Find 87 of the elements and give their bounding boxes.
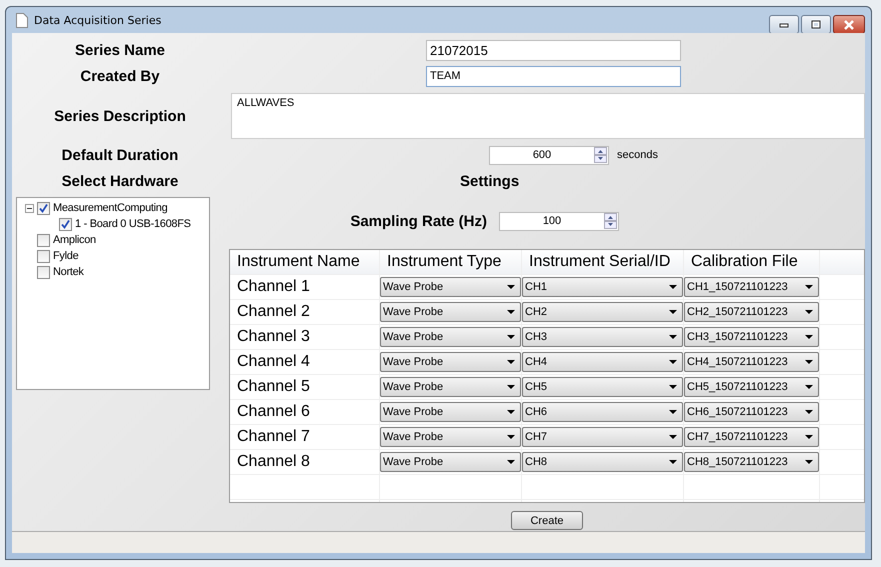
tree-item[interactable]: Fylde [53, 250, 78, 262]
caret-icon [669, 385, 677, 389]
caret-icon [507, 385, 515, 389]
caret-icon [805, 360, 813, 364]
caret-icon [669, 335, 677, 339]
field-label: Default Duration [60, 146, 180, 164]
window-title: Data Acquisition Series [34, 14, 162, 26]
tree-item[interactable]: Amplicon [53, 234, 96, 246]
caret-icon [805, 435, 813, 439]
section-title: Settings [460, 172, 520, 190]
caret-icon [669, 460, 677, 464]
caret-icon [805, 410, 813, 414]
caret-icon [507, 335, 515, 339]
checkbox[interactable] [37, 234, 50, 246]
field-label: Sampling Rate (Hz) [349, 212, 487, 230]
caret-icon [805, 335, 813, 339]
caret-icon [805, 385, 813, 389]
caret-icon [669, 410, 677, 414]
tree-item[interactable]: Nortek [53, 266, 84, 278]
serial-dropdown[interactable]: CH3 [522, 327, 683, 347]
calibration-dropdown[interactable]: CH5_150721101223 [684, 377, 819, 397]
column-header: Instrument Name [230, 250, 380, 274]
checkbox[interactable] [59, 218, 72, 230]
field-label: Created By [79, 68, 161, 84]
checkbox[interactable] [37, 250, 50, 262]
duration-spinner[interactable]: 600 [489, 146, 609, 164]
tree-item[interactable]: MeasurementComputing [53, 202, 168, 214]
caret-icon [805, 285, 813, 289]
calibration-dropdown[interactable]: CH8_150721101223 [684, 452, 819, 472]
serial-dropdown[interactable]: CH8 [522, 452, 683, 472]
checkbox[interactable] [37, 202, 50, 214]
caret-icon [669, 310, 677, 314]
column-header: Instrument Serial/ID [522, 250, 684, 274]
serial-dropdown[interactable]: CH4 [522, 352, 683, 372]
calibration-dropdown[interactable]: CH4_150721101223 [684, 352, 819, 372]
serial-dropdown[interactable]: CH6 [522, 402, 683, 422]
series-name-field[interactable]: 21072015 [426, 40, 681, 60]
field-label: Series Description [53, 108, 187, 124]
column-header: Instrument Type [380, 250, 522, 274]
maximize-button[interactable] [801, 15, 831, 34]
caret-icon [507, 310, 515, 314]
collapse-icon[interactable] [25, 204, 34, 212]
close-icon [843, 20, 855, 30]
caret-icon [805, 310, 813, 314]
caret-icon [507, 460, 515, 464]
minimize-icon [779, 22, 789, 28]
tree-item[interactable]: 1 - Board 0 USB-1608FS [75, 218, 191, 230]
type-dropdown[interactable]: Wave Probe [380, 352, 521, 372]
maximize-icon [811, 20, 821, 29]
serial-dropdown[interactable]: CH1 [522, 277, 683, 297]
column-header: Calibration File [684, 250, 820, 274]
type-dropdown[interactable]: Wave Probe [380, 302, 521, 322]
close-button[interactable] [833, 15, 865, 34]
type-dropdown[interactable]: Wave Probe [380, 277, 521, 297]
type-dropdown[interactable]: Wave Probe [380, 427, 521, 447]
calibration-dropdown[interactable]: CH3_150721101223 [684, 327, 819, 347]
checkbox[interactable] [37, 266, 50, 278]
caret-icon [507, 410, 515, 414]
caret-icon [669, 435, 677, 439]
type-dropdown[interactable]: Wave Probe [380, 452, 521, 472]
calibration-dropdown[interactable]: CH1_150721101223 [684, 277, 819, 297]
description-field[interactable]: ALLWAVES [231, 93, 865, 139]
document-icon [16, 12, 28, 28]
caret-icon [669, 360, 677, 364]
spin-arrows-icon [604, 213, 617, 229]
sampling-rate-spinner[interactable]: 100 [499, 212, 619, 230]
caret-icon [669, 285, 677, 289]
type-dropdown[interactable]: Wave Probe [380, 377, 521, 397]
calibration-dropdown[interactable]: CH6_150721101223 [684, 402, 819, 422]
section-label: Select Hardware [60, 172, 180, 190]
created-by-field[interactable]: TEAM [426, 66, 681, 86]
field-label: Series Name [74, 42, 166, 58]
caret-icon [507, 360, 515, 364]
caret-icon [507, 285, 515, 289]
calibration-dropdown[interactable]: CH7_150721101223 [684, 427, 819, 447]
caret-icon [507, 435, 515, 439]
calibration-dropdown[interactable]: CH2_150721101223 [684, 302, 819, 322]
type-dropdown[interactable]: Wave Probe [380, 327, 521, 347]
serial-dropdown[interactable]: CH7 [522, 427, 683, 447]
unit-label: seconds [617, 149, 658, 161]
spin-arrows-icon [594, 147, 607, 163]
serial-dropdown[interactable]: CH5 [522, 377, 683, 397]
serial-dropdown[interactable]: CH2 [522, 302, 683, 322]
create-button[interactable]: Create [511, 511, 583, 530]
minimize-button[interactable] [769, 15, 799, 34]
caret-icon [805, 460, 813, 464]
type-dropdown[interactable]: Wave Probe [380, 402, 521, 422]
